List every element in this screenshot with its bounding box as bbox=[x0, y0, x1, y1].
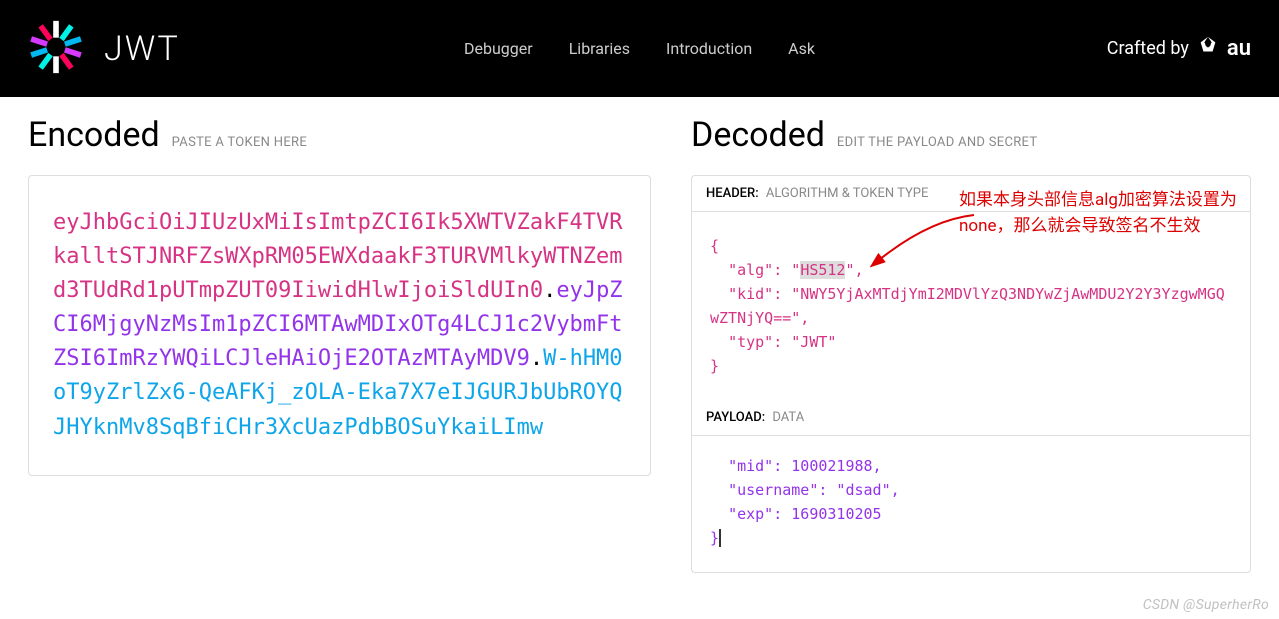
crafted-by[interactable]: Crafted by au bbox=[1107, 35, 1251, 62]
encoded-token-text: eyJhbGciOiJIUzUxMiIsImtpZCI6Ik5XWTVZakF4… bbox=[53, 206, 626, 445]
decoded-column: Decoded EDIT THE PAYLOAD AND SECRET HEAD… bbox=[691, 115, 1251, 573]
header-alg-value: HS512 bbox=[800, 261, 845, 279]
crafted-by-label: Crafted by bbox=[1107, 38, 1189, 59]
encoded-header: Encoded PASTE A TOKEN HERE bbox=[28, 115, 651, 155]
main-nav: Debugger Libraries Introduction Ask bbox=[464, 39, 815, 58]
auth0-logo-icon bbox=[1197, 35, 1219, 62]
nav-ask[interactable]: Ask bbox=[788, 39, 815, 58]
header-typ-line: "typ": "JWT" bbox=[728, 333, 836, 351]
payload-sublabel: DATA bbox=[772, 410, 804, 425]
encoded-column: Encoded PASTE A TOKEN HERE eyJhbGciOiJIU… bbox=[28, 115, 651, 573]
header-panel-head: HEADER: ALGORITHM & TOKEN TYPE bbox=[692, 176, 1250, 212]
decoded-subtitle: EDIT THE PAYLOAD AND SECRET bbox=[837, 135, 1038, 150]
header-kid-line: "kid": "NWY5YjAxMTdjYmI2MDVlYzQ3NDYwZjAw… bbox=[710, 285, 1225, 327]
encoded-title: Encoded bbox=[28, 115, 160, 155]
jwt-logo-icon bbox=[28, 19, 84, 79]
token-dot-2: . bbox=[530, 346, 543, 371]
payload-panel-head: PAYLOAD: DATA bbox=[692, 400, 1250, 436]
decoded-title: Decoded bbox=[691, 115, 825, 155]
header-panel-body[interactable]: { "alg": "HS512", "kid": "NWY5YjAxMTdjYm… bbox=[692, 212, 1250, 400]
payload-mid-line: "mid": 100021988, bbox=[728, 457, 882, 475]
payload-username-line: "username": "dsad", bbox=[728, 481, 900, 499]
header-json-close: } bbox=[710, 357, 719, 375]
nav-introduction[interactable]: Introduction bbox=[666, 39, 752, 58]
encoded-subtitle: PASTE A TOKEN HERE bbox=[172, 135, 307, 150]
auth0-brand-text: au bbox=[1227, 36, 1251, 61]
logo-group[interactable]: JWT bbox=[28, 19, 180, 79]
nav-libraries[interactable]: Libraries bbox=[569, 39, 630, 58]
content-area: Encoded PASTE A TOKEN HERE eyJhbGciOiJIU… bbox=[0, 97, 1279, 573]
encoded-token-input[interactable]: eyJhbGciOiJIUzUxMiIsImtpZCI6Ik5XWTVZakF4… bbox=[28, 175, 651, 476]
token-header-part: eyJhbGciOiJIUzUxMiIsImtpZCI6Ik5XWTVZakF4… bbox=[53, 210, 623, 303]
watermark: CSDN @SuperherRo bbox=[1143, 597, 1269, 613]
decoded-container: HEADER: ALGORITHM & TOKEN TYPE { "alg": … bbox=[691, 175, 1251, 573]
token-dot-1: . bbox=[543, 278, 556, 303]
decoded-header: Decoded EDIT THE PAYLOAD AND SECRET bbox=[691, 115, 1251, 155]
nav-debugger[interactable]: Debugger bbox=[464, 39, 533, 58]
header-alg-open: " bbox=[791, 261, 800, 279]
header-sublabel: ALGORITHM & TOKEN TYPE bbox=[766, 186, 928, 201]
header-alg-close: ", bbox=[845, 261, 863, 279]
payload-exp-line: "exp": 1690310205 bbox=[728, 505, 882, 523]
payload-panel-body[interactable]: "mid": 100021988, "username": "dsad", "e… bbox=[692, 436, 1250, 572]
header-alg-key: "alg": bbox=[728, 261, 791, 279]
page-header: JWT Debugger Libraries Introduction Ask … bbox=[0, 0, 1279, 97]
payload-label: PAYLOAD: bbox=[706, 410, 765, 425]
logo-text: JWT bbox=[104, 29, 180, 69]
header-label: HEADER: bbox=[706, 186, 759, 201]
text-cursor bbox=[719, 529, 721, 547]
header-json-open: { bbox=[710, 237, 719, 255]
payload-json-close: } bbox=[710, 529, 719, 547]
